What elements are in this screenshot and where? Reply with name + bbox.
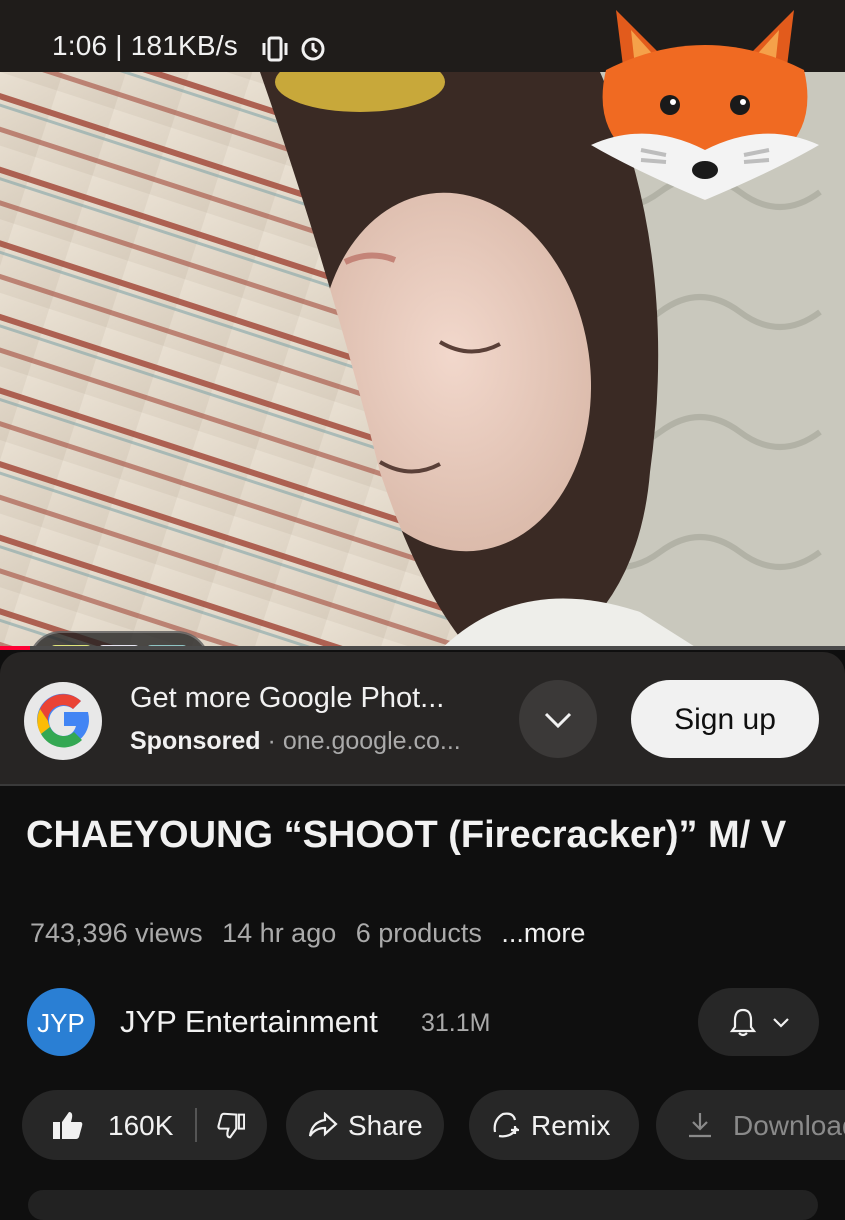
progress-bar[interactable] xyxy=(0,646,845,650)
signup-button[interactable]: Sign up xyxy=(631,680,819,758)
video-title[interactable]: CHAEYOUNG “SHOOT (Firecracker)” M/ V xyxy=(26,812,821,858)
alarm-icon xyxy=(301,37,325,61)
progress-fill xyxy=(0,646,30,650)
chevron-down-icon xyxy=(773,1018,789,1028)
like-count: 160K xyxy=(108,1110,174,1141)
ad-domain: one.google.co... xyxy=(282,727,461,755)
status-time-speed: 1:06 | 181KB/s xyxy=(52,30,238,61)
fox-sticker xyxy=(591,10,819,200)
upload-age: 14 hr ago xyxy=(222,918,337,948)
jyp-logo: JYP xyxy=(37,1008,85,1038)
google-logo xyxy=(24,682,102,760)
remix-button[interactable]: Remix xyxy=(469,1090,639,1160)
comments-card-peek[interactable] xyxy=(28,1190,818,1220)
remix-label: Remix xyxy=(531,1110,611,1141)
vibrate-icon xyxy=(262,36,288,62)
chevron-down-icon xyxy=(544,712,572,729)
more-link[interactable]: ...more xyxy=(501,918,585,948)
download-label: Download xyxy=(733,1110,845,1141)
divider xyxy=(0,784,845,786)
share-label: Share xyxy=(348,1110,423,1141)
bell-icon xyxy=(729,1008,757,1037)
pill-divider xyxy=(195,1108,197,1142)
ad-expand-button[interactable] xyxy=(519,680,597,758)
ad-subtitle: Sponsored · one.google.co... xyxy=(130,727,461,756)
download-icon xyxy=(689,1113,711,1138)
dislike-icon[interactable] xyxy=(217,1112,245,1140)
share-button[interactable]: Share xyxy=(286,1090,444,1160)
video-meta[interactable]: 743,396 views 14 hr ago 6 products ...mo… xyxy=(30,918,597,949)
remix-icon xyxy=(493,1112,519,1138)
subscriber-count: 31.1M xyxy=(421,1009,491,1037)
channel-name[interactable]: JYP Entertainment xyxy=(120,1004,378,1040)
ad-title[interactable]: Get more Google Phot... xyxy=(130,682,444,715)
like-dislike-group[interactable]: 160K xyxy=(22,1090,267,1160)
svg-text:JYP: JYP xyxy=(37,1008,85,1038)
product-count[interactable]: 6 products xyxy=(356,918,482,948)
ad-dot: · xyxy=(267,727,283,755)
like-icon[interactable] xyxy=(52,1110,84,1140)
channel-avatar[interactable]: JYP xyxy=(27,988,95,1056)
subscription-bell-button[interactable] xyxy=(698,988,819,1056)
view-count: 743,396 views xyxy=(30,918,203,948)
share-icon xyxy=(308,1112,338,1137)
sponsored-label: Sponsored xyxy=(130,727,261,755)
download-button[interactable]: Download xyxy=(656,1090,845,1160)
